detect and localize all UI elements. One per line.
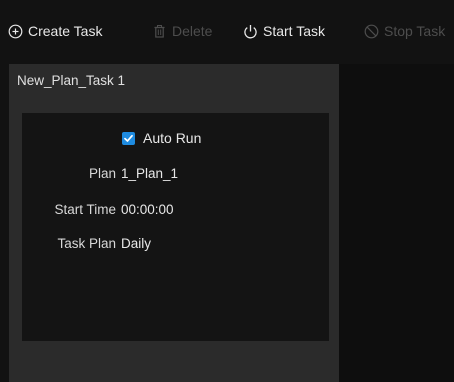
plan-label: Plan: [88, 166, 116, 181]
plan-row: Plan 1_Plan_1: [22, 166, 329, 186]
task-plan-value: Daily: [121, 236, 152, 251]
plus-circle-icon: [8, 24, 23, 39]
task-details-card: Auto Run Plan 1_Plan_1 Start Time 00:00:…: [22, 113, 329, 341]
trash-icon: [152, 24, 167, 39]
task-manager-window: Create Task Delete Start Task Stop Task …: [0, 0, 454, 382]
stop-circle-icon: [364, 24, 379, 39]
create-task-button[interactable]: Create Task: [8, 20, 102, 42]
task-title[interactable]: New_Plan_Task 1: [17, 73, 125, 88]
task-plan-row: Task Plan Daily: [22, 236, 329, 256]
start-time-value: 00:00:00: [121, 202, 174, 217]
power-icon: [243, 24, 258, 39]
delete-label: Delete: [172, 23, 213, 39]
auto-run-label: Auto Run: [143, 130, 202, 146]
plan-value: 1_Plan_1: [121, 166, 179, 181]
auto-run-option[interactable]: Auto Run: [122, 130, 201, 146]
create-task-label: Create Task: [28, 23, 103, 39]
start-task-label: Start Task: [263, 23, 325, 39]
task-plan-label: Task Plan: [57, 236, 116, 251]
delete-button[interactable]: Delete: [152, 20, 212, 42]
stop-task-label: Stop Task: [384, 23, 446, 39]
start-task-button[interactable]: Start Task: [243, 20, 325, 42]
start-time-row: Start Time 00:00:00: [22, 202, 329, 222]
auto-run-checkbox[interactable]: [122, 131, 135, 145]
toolbar: Create Task Delete Start Task Stop Task: [0, 0, 454, 60]
content-panel: [339, 64, 454, 382]
start-time-label: Start Time: [54, 202, 116, 217]
stop-task-button[interactable]: Stop Task: [364, 20, 445, 42]
checkmark-icon: [124, 134, 133, 142]
